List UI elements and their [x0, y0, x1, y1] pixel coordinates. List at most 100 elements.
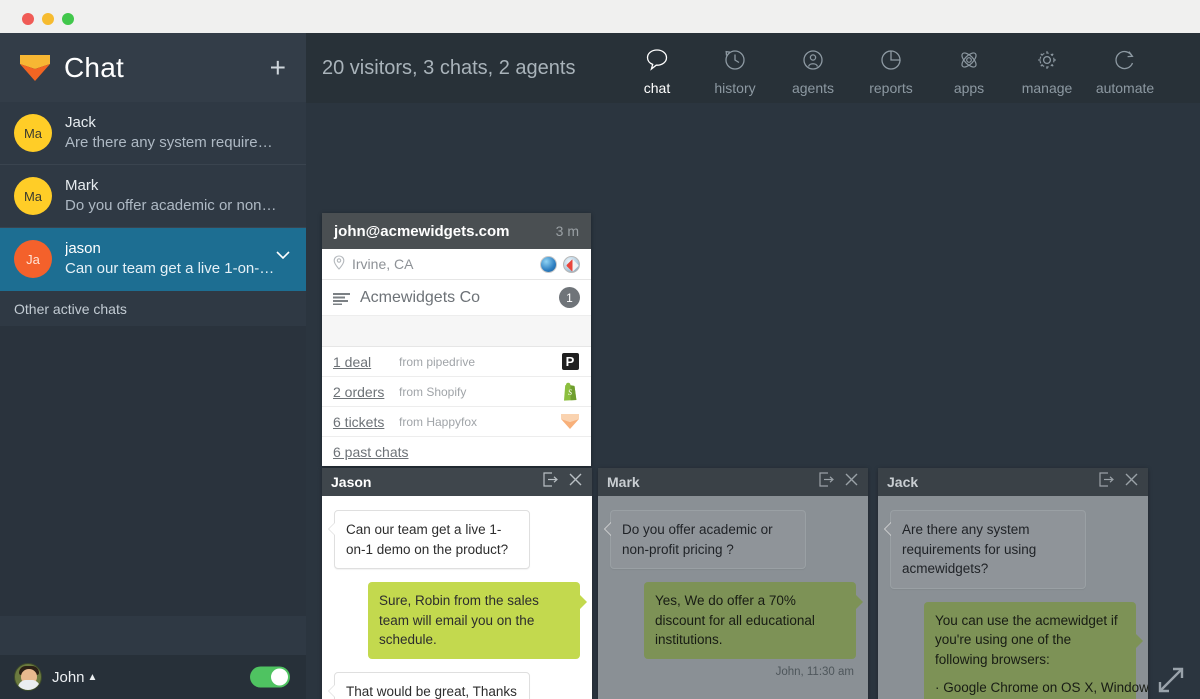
tab-history[interactable]: history: [696, 41, 774, 96]
tab-reports[interactable]: reports: [852, 41, 930, 96]
message-bubble-visitor: Can our team get a live 1-on-1 demo on t…: [328, 510, 530, 570]
fox-logo-icon: [18, 53, 52, 83]
tab-label: apps: [953, 80, 985, 96]
orders-link[interactable]: 2 orders: [333, 384, 391, 400]
visitor-company-name: Acmewidgets Co: [360, 288, 481, 306]
chat-window-actions: [543, 472, 583, 492]
tab-chat[interactable]: chat: [618, 41, 696, 96]
message-bubble-agent: You can use the acmewidget if you're usi…: [924, 601, 1148, 699]
chat-item-meta: Mark Do you offer academic or non…: [65, 177, 277, 215]
tickets-link[interactable]: 6 tickets: [333, 414, 391, 430]
chat-item-name: Mark: [65, 176, 99, 194]
past-chats-row: 6 past chats: [322, 437, 591, 466]
current-user-name[interactable]: John: [52, 669, 85, 686]
message-bubble-visitor: That would be great, Thanks a lot.: [328, 671, 530, 699]
sidebar-footer: John ▲: [0, 655, 306, 699]
transfer-icon[interactable]: [819, 472, 835, 492]
transfer-icon[interactable]: [1099, 472, 1115, 492]
gear-icon: [1034, 41, 1060, 79]
company-badge: 1: [559, 287, 580, 308]
tab-manage[interactable]: manage: [1008, 41, 1086, 96]
shopify-icon: S: [560, 382, 580, 402]
chat-item-name: jason: [65, 239, 101, 257]
visitor-company-row[interactable]: Acmewidgets Co 1: [322, 280, 591, 316]
top-nav: chat history agents reports apps manage …: [618, 41, 1164, 96]
chat-window-actions: [819, 472, 859, 492]
chat-window-header: Jason: [322, 468, 592, 496]
message-bubble-visitor: Are there any system requirements for us…: [884, 510, 1086, 589]
close-icon[interactable]: [844, 472, 859, 492]
workspace-canvas: john@acmewidgets.com 3 m Irvine, CA Acme…: [306, 103, 1200, 699]
tab-label: agents: [791, 80, 835, 96]
chevron-down-icon[interactable]: [276, 246, 290, 260]
happyfox-icon: [560, 412, 580, 432]
expand-arrows-icon[interactable]: [1156, 665, 1186, 699]
main-area: 20 visitors, 3 chats, 2 agents chat hist…: [306, 33, 1200, 699]
pipedrive-icon: P: [560, 352, 580, 372]
chat-window-jason: Jason Can our team get a live 1-on-1 dem…: [322, 468, 592, 699]
visitor-card-spacer: [322, 316, 591, 347]
integration-source: from pipedrive: [399, 354, 476, 369]
chat-window-mark: Mark Do you offer academic or non-profit…: [598, 468, 868, 699]
tab-label: chat: [643, 80, 671, 96]
traffic-lights: [22, 13, 74, 25]
chat-list-item-jack[interactable]: Ma Jack Are there any system requirem…: [0, 102, 306, 165]
map-pin-icon: [333, 255, 349, 273]
chat-item-snippet: Do you offer academic or non…: [65, 196, 277, 214]
sidebar: Chat + Ma Jack Are there any system requ…: [0, 33, 306, 699]
minimize-window-button[interactable]: [42, 13, 54, 25]
message-bubble-agent: Yes, We do offer a 70% discount for all …: [644, 582, 863, 659]
tab-automate[interactable]: automate: [1086, 41, 1164, 96]
chat-list-item-mark[interactable]: Ma Mark Do you offer academic or non…: [0, 165, 306, 228]
safari-icon: [563, 255, 580, 273]
integration-row-shopify: 2 orders from Shopify S: [322, 377, 591, 407]
close-icon[interactable]: [1124, 472, 1139, 492]
other-active-chats-header[interactable]: Other active chats: [0, 291, 306, 326]
chat-window-title: Mark: [607, 474, 640, 490]
message-bubble-visitor: Do you offer academic or non-profit pric…: [604, 510, 806, 570]
visitor-location: Irvine, CA: [352, 256, 414, 272]
clock-rewind-icon: [722, 41, 748, 79]
app-title: Chat: [64, 51, 124, 83]
visitor-info-card: john@acmewidgets.com 3 m Irvine, CA Acme…: [322, 213, 591, 466]
integration-row-pipedrive: 1 deal from pipedrive P: [322, 347, 591, 377]
visitor-browsers: [540, 255, 580, 273]
past-chats-link[interactable]: 6 past chats: [333, 444, 409, 460]
chat-list: Ma Jack Are there any system requirem… M…: [0, 102, 306, 291]
browser-list-item: · Google Chrome on OS X, Windows: [935, 680, 1148, 696]
deals-link[interactable]: 1 deal: [333, 354, 391, 370]
globe-icon: [540, 255, 557, 273]
sidebar-header: Chat +: [0, 33, 306, 102]
close-icon[interactable]: [568, 472, 583, 492]
chat-window-header: Mark: [598, 468, 868, 496]
chat-window-title: Jason: [331, 474, 372, 490]
integration-source: from Shopify: [399, 384, 467, 399]
plus-icon[interactable]: +: [270, 53, 286, 82]
refresh-cycle-icon: [1112, 41, 1138, 79]
agent-message-text: You can use the acmewidget if you're usi…: [935, 612, 1118, 667]
chat-item-snippet: Are there any system requirem…: [65, 133, 280, 151]
chat-window-header: Jack: [878, 468, 1148, 496]
message-bubble-agent: Sure, Robin from the sales team will ema…: [368, 582, 587, 659]
tab-label: reports: [869, 80, 913, 96]
user-avatar[interactable]: [14, 663, 42, 691]
browser-list: · Google Chrome on OS X, Windows · Inter…: [935, 678, 1148, 699]
transfer-icon[interactable]: [543, 472, 559, 492]
svg-text:S: S: [568, 388, 572, 397]
chat-list-item-jason[interactable]: Ja jason Can our team get a live 1-on-…: [0, 228, 306, 291]
caret-up-icon[interactable]: ▲: [88, 672, 98, 683]
visitor-stats: 20 visitors, 3 chats, 2 agents: [322, 57, 576, 79]
maximize-window-button[interactable]: [62, 13, 74, 25]
visitor-time-on-site: 3 m: [555, 223, 579, 239]
close-window-button[interactable]: [22, 13, 34, 25]
chat-window-title: Jack: [887, 474, 919, 490]
tab-apps[interactable]: apps: [930, 41, 1008, 96]
window-titlebar: [0, 0, 1200, 36]
person-circle-icon: [800, 41, 826, 79]
tab-label: manage: [1021, 80, 1073, 96]
chat-item-meta: Jack Are there any system requirem…: [65, 114, 280, 152]
availability-toggle[interactable]: [250, 666, 290, 688]
pie-chart-icon: [878, 41, 904, 79]
app-window: Chat + Ma Jack Are there any system requ…: [0, 0, 1200, 699]
tab-agents[interactable]: agents: [774, 41, 852, 96]
